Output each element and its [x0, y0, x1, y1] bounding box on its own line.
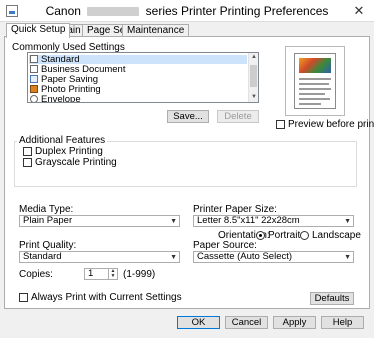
copies-label: Copies:: [19, 269, 53, 280]
printer-icon: [30, 55, 38, 63]
title-text: series Printer Printing Preferences: [145, 4, 329, 18]
stepper-arrows-icon[interactable]: ▲ ▼: [108, 269, 117, 279]
additional-features-heading: Additional Features: [17, 135, 108, 146]
paper-source-select[interactable]: Cassette (Auto Select) ▼: [193, 251, 354, 263]
paper-source-label: Paper Source:: [193, 240, 257, 251]
chevron-down-icon: ▼: [170, 218, 177, 225]
list-scrollbar[interactable]: ▲ ▼: [248, 53, 258, 102]
help-button[interactable]: Help: [321, 316, 364, 329]
media-type-select[interactable]: Plain Paper ▼: [19, 215, 180, 227]
preview-before-printing-label: Preview before printing: [288, 119, 374, 130]
tab-quick-setup[interactable]: Quick Setup: [6, 23, 71, 38]
preview-text-line: [299, 93, 325, 95]
photo-icon: [30, 85, 38, 93]
paper-saving-icon: [30, 75, 38, 83]
window-title: Canon series Printer Printing Preference…: [0, 4, 374, 18]
preview-page: [294, 53, 336, 109]
preview-text-line: [299, 88, 331, 90]
list-item[interactable]: Paper Saving: [29, 75, 247, 84]
title-brand: Canon: [45, 4, 81, 18]
preview-image: [299, 58, 331, 73]
grayscale-printing-label: Grayscale Printing: [35, 157, 117, 168]
scroll-down-icon[interactable]: ▼: [249, 93, 258, 102]
list-item[interactable]: Photo Printing: [29, 85, 247, 94]
preview-text-line: [299, 103, 321, 105]
portrait-radio[interactable]: [256, 231, 265, 240]
chevron-down-icon: ▼: [170, 254, 177, 261]
preview-text-line: [299, 83, 329, 85]
scroll-up-icon[interactable]: ▲: [249, 53, 258, 62]
duplex-printing-checkbox[interactable]: [23, 147, 32, 156]
print-quality-label: Print Quality:: [19, 240, 77, 251]
envelope-icon: [30, 95, 38, 102]
model-name-redaction: [87, 7, 140, 17]
scroll-thumb[interactable]: [250, 65, 257, 87]
print-quality-select[interactable]: Standard ▼: [19, 251, 180, 263]
always-print-label: Always Print with Current Settings: [31, 292, 182, 303]
preview-text-line: [299, 98, 330, 100]
close-icon[interactable]: ✕: [350, 4, 368, 18]
defaults-button[interactable]: Defaults: [310, 292, 354, 305]
list-item[interactable]: Business Document: [29, 65, 247, 74]
printer-paper-size-label: Printer Paper Size:: [193, 204, 277, 215]
duplex-printing-label: Duplex Printing: [35, 146, 103, 157]
preview-before-printing-checkbox[interactable]: [276, 120, 285, 129]
chevron-down-icon: ▼: [344, 218, 351, 225]
title-bar: Canon series Printer Printing Preference…: [0, 0, 374, 22]
landscape-label: Landscape: [312, 230, 361, 241]
list-item[interactable]: Standard: [29, 55, 247, 64]
grayscale-printing-checkbox[interactable]: [23, 158, 32, 167]
list-item[interactable]: Envelope: [29, 95, 247, 102]
media-type-label: Media Type:: [19, 204, 74, 215]
preview-text-line: [299, 78, 331, 80]
delete-button[interactable]: Delete: [217, 110, 259, 123]
always-print-checkbox[interactable]: [19, 293, 28, 302]
print-preview: [285, 46, 345, 116]
document-icon: [30, 65, 38, 73]
save-button[interactable]: Save...: [167, 110, 209, 123]
ok-button[interactable]: OK: [177, 316, 220, 329]
apply-button[interactable]: Apply: [273, 316, 316, 329]
printer-paper-size-select[interactable]: Letter 8.5"x11" 22x28cm ▼: [193, 215, 354, 227]
commonly-used-list[interactable]: Standard Business Document Paper Saving …: [27, 52, 259, 103]
cancel-button[interactable]: Cancel: [225, 316, 268, 329]
portrait-label: Portrait: [268, 230, 301, 241]
landscape-radio[interactable]: [300, 231, 309, 240]
copies-range: (1-999): [123, 269, 156, 280]
chevron-down-icon: ▼: [344, 254, 351, 261]
copies-stepper[interactable]: 1 ▲ ▼: [84, 268, 118, 280]
